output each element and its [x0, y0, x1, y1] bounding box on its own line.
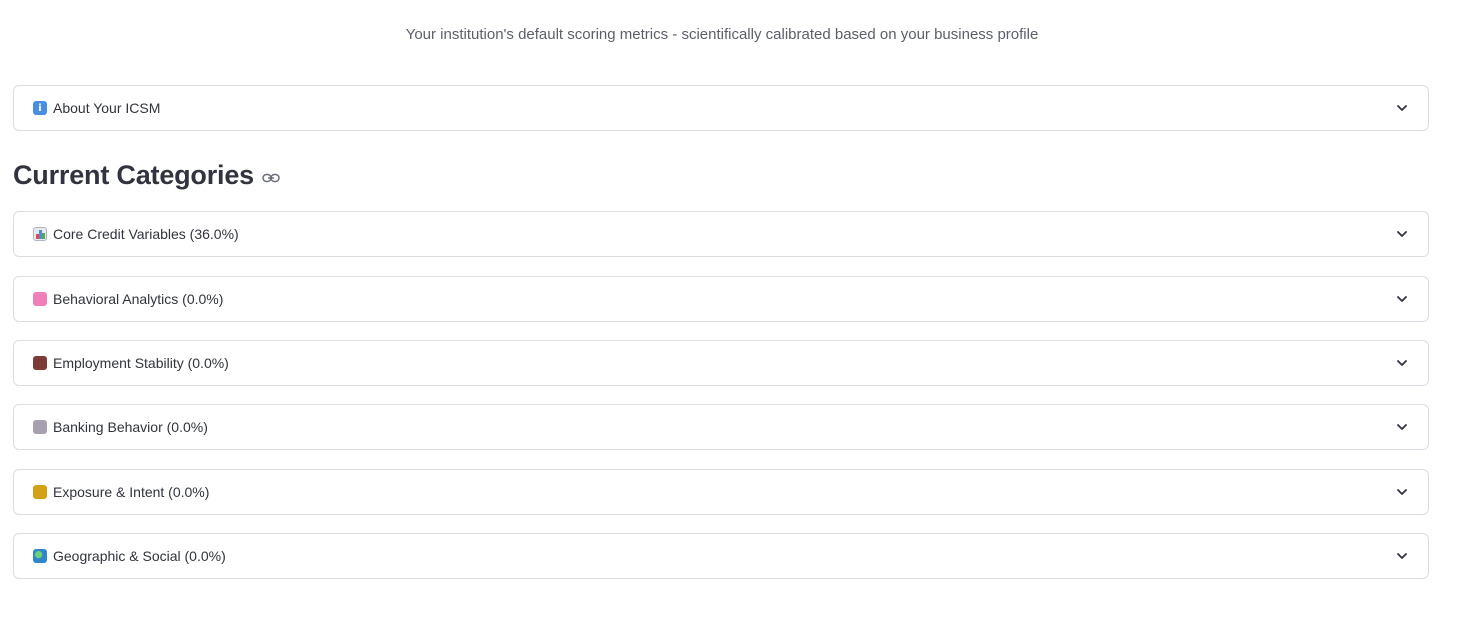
- expander-label: Employment Stability (0.0%): [53, 355, 229, 371]
- chevron-down-icon: [1397, 296, 1407, 302]
- expander-about[interactable]: i About Your ICSM: [13, 85, 1429, 131]
- briefcase-icon: [33, 356, 47, 370]
- expander-banking-behavior[interactable]: Banking Behavior (0.0%): [13, 404, 1429, 450]
- chevron-down-icon: [1397, 360, 1407, 366]
- page-subtitle: Your institution's default scoring metri…: [405, 26, 1039, 43]
- section-header: Current Categories: [13, 160, 280, 191]
- expander-label: Banking Behavior (0.0%): [53, 419, 208, 435]
- section-title: Current Categories: [13, 160, 254, 190]
- globe-icon: [33, 549, 47, 563]
- chevron-down-icon: [1397, 231, 1407, 237]
- chevron-down-icon: [1397, 553, 1407, 559]
- money-bag-icon: [33, 485, 47, 499]
- expander-label: Geographic & Social (0.0%): [53, 548, 226, 564]
- link-icon[interactable]: [262, 173, 280, 183]
- expander-core-credit-variables[interactable]: Core Credit Variables (36.0%): [13, 211, 1429, 257]
- info-icon: i: [33, 101, 47, 115]
- expander-geographic-social[interactable]: Geographic & Social (0.0%): [13, 533, 1429, 579]
- chevron-down-icon: [1397, 424, 1407, 430]
- expander-exposure-intent[interactable]: Exposure & Intent (0.0%): [13, 469, 1429, 515]
- expander-label: Behavioral Analytics (0.0%): [53, 291, 224, 307]
- brain-icon: [33, 292, 47, 306]
- expander-label: Exposure & Intent (0.0%): [53, 484, 210, 500]
- chevron-down-icon: [1397, 105, 1407, 111]
- expander-label: Core Credit Variables (36.0%): [53, 226, 239, 242]
- expander-about-label: About Your ICSM: [53, 100, 161, 116]
- bar-chart-icon: [33, 227, 47, 241]
- expander-employment-stability[interactable]: Employment Stability (0.0%): [13, 340, 1429, 386]
- chevron-down-icon: [1397, 489, 1407, 495]
- expander-behavioral-analytics[interactable]: Behavioral Analytics (0.0%): [13, 276, 1429, 322]
- bank-icon: [33, 420, 47, 434]
- page: Your institution's default scoring metri…: [0, 0, 1457, 618]
